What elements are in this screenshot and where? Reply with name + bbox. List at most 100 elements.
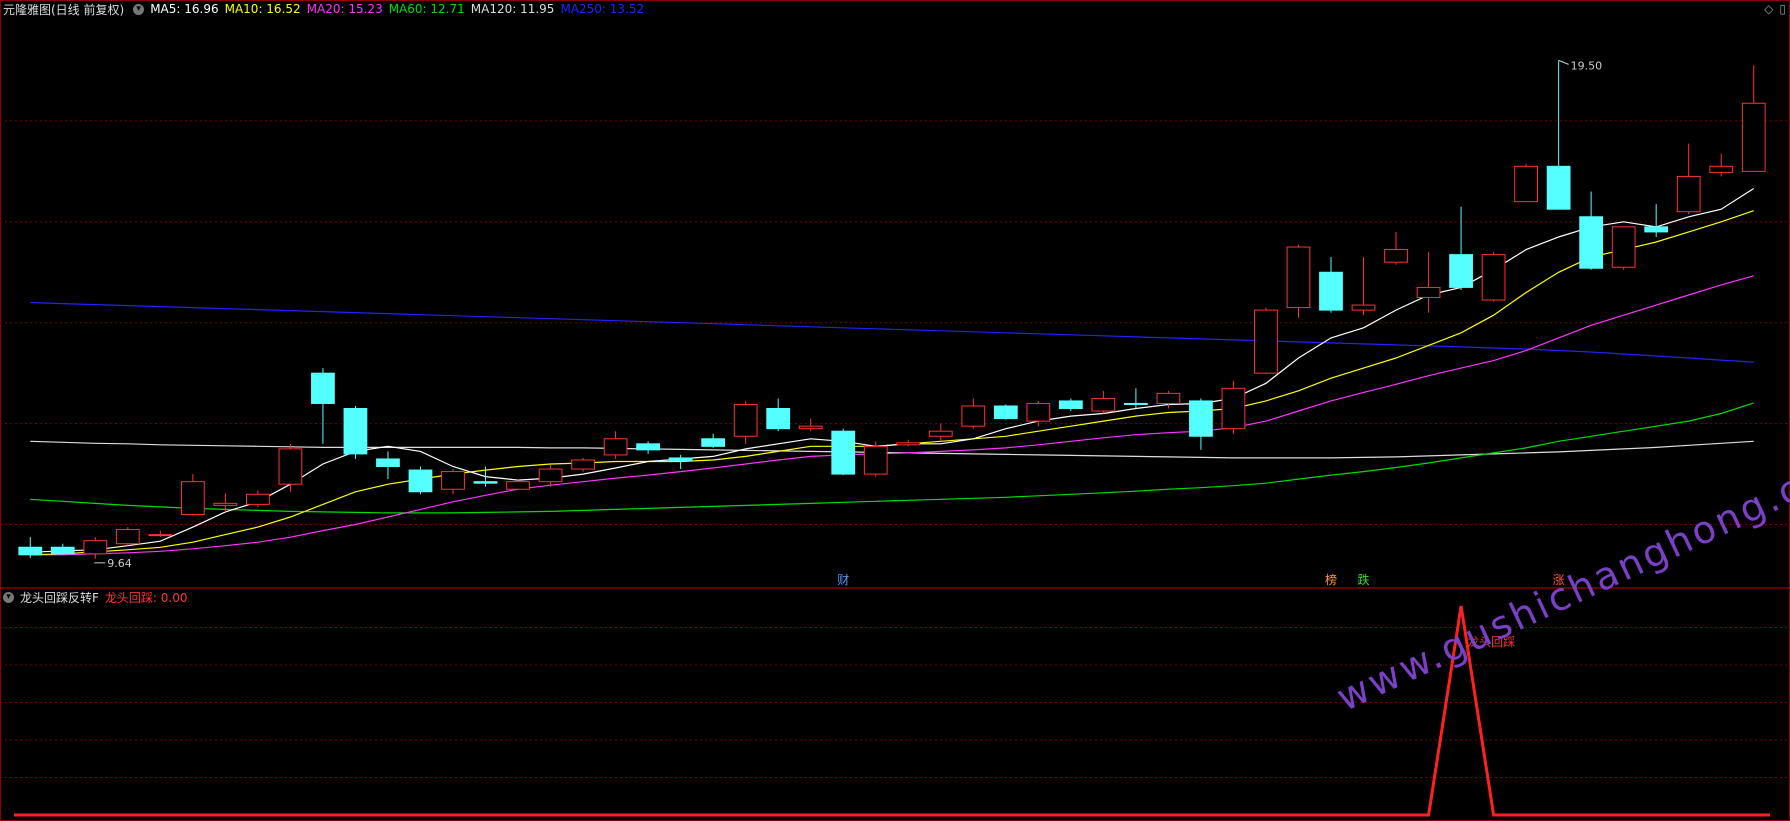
candle[interactable]	[1091, 390, 1116, 414]
candle[interactable]	[1546, 60, 1571, 210]
stock-title[interactable]: 元隆雅图(日线 前复权)	[3, 1, 124, 18]
candle-body	[798, 425, 823, 430]
candle[interactable]	[993, 404, 1018, 420]
candle-body	[993, 405, 1018, 420]
grid-lines	[0, 0, 1790, 821]
chart-frame	[0, 0, 1790, 821]
panel-icon[interactable]: ▯	[1779, 2, 1786, 16]
candle[interactable]	[408, 466, 433, 495]
candle[interactable]	[1058, 398, 1083, 412]
candle-body	[1189, 400, 1213, 437]
candle-body	[1384, 249, 1408, 263]
candle[interactable]	[571, 457, 595, 472]
candle[interactable]	[115, 527, 140, 546]
candle-body	[1286, 246, 1311, 309]
candle[interactable]	[1579, 191, 1604, 270]
candle[interactable]	[246, 490, 270, 507]
candle[interactable]	[896, 439, 921, 447]
candle-body	[571, 459, 595, 470]
ma-legend-item: MA250: 13.52	[560, 2, 645, 16]
candle[interactable]	[733, 400, 758, 444]
candle[interactable]	[1676, 143, 1701, 215]
candle-body	[538, 468, 563, 483]
candlesticks[interactable]	[18, 60, 1766, 559]
candle-body	[213, 502, 238, 506]
indicator-header: ▾ 龙头回踩反转F 龙头回踩: 0.00	[0, 588, 193, 606]
candle[interactable]	[1286, 244, 1311, 318]
candle-body	[766, 408, 791, 430]
candle[interactable]	[831, 428, 856, 476]
candle-body	[1546, 165, 1571, 210]
candle[interactable]	[278, 443, 303, 492]
candle[interactable]	[1351, 257, 1376, 316]
candle[interactable]	[1611, 226, 1636, 270]
diamond-icon[interactable]: ◇	[1764, 2, 1773, 16]
chevron-down-icon[interactable]: ▾	[3, 591, 14, 603]
candle-body	[343, 408, 368, 455]
candle[interactable]	[83, 537, 108, 559]
candle[interactable]	[1741, 65, 1766, 172]
event-marker: 财	[837, 573, 849, 587]
candle-body	[1611, 226, 1636, 268]
moving-average-lines	[30, 187, 1755, 556]
candle[interactable]	[603, 431, 628, 459]
candle[interactable]	[798, 418, 823, 432]
candle[interactable]	[311, 368, 335, 444]
ma-legend-item: MA5: 16.96	[150, 2, 219, 16]
candle[interactable]	[701, 433, 726, 448]
candle[interactable]	[1124, 388, 1148, 409]
candle[interactable]	[1481, 252, 1506, 302]
candle[interactable]	[1644, 204, 1669, 237]
candle[interactable]	[1514, 163, 1538, 203]
candle[interactable]	[538, 465, 563, 487]
kline-chart[interactable]: 龙头回踩 19.509.64财榜跌涨	[0, 0, 1790, 821]
candle-body	[148, 534, 173, 537]
candle-body	[863, 445, 888, 475]
candle[interactable]	[1416, 252, 1441, 313]
candle[interactable]	[1254, 307, 1278, 375]
candle-body	[1124, 402, 1148, 405]
candle[interactable]	[1384, 231, 1408, 265]
candle-body	[1416, 286, 1441, 298]
candle[interactable]	[1221, 380, 1246, 434]
candle-body	[1514, 165, 1538, 203]
candle-body	[278, 448, 303, 485]
candle-body	[1026, 402, 1051, 422]
candle[interactable]	[1449, 206, 1473, 290]
candle[interactable]	[441, 469, 465, 495]
candle[interactable]	[1189, 398, 1213, 450]
candle[interactable]	[180, 474, 205, 516]
candle-body	[603, 438, 628, 456]
candle[interactable]	[766, 398, 791, 432]
ma-legend-item: MA60: 12.71	[388, 2, 465, 16]
candle[interactable]	[18, 537, 43, 558]
candle-body	[1221, 387, 1246, 430]
candle[interactable]	[506, 479, 530, 491]
ma-legend-item: MA10: 16.52	[224, 2, 301, 16]
candle[interactable]	[343, 405, 368, 459]
candle[interactable]	[1709, 153, 1734, 177]
candle[interactable]	[376, 451, 400, 480]
chart-header: 元隆雅图(日线 前复权) ▾ MA5: 16.96 MA10: 16.52 MA20…	[0, 0, 650, 18]
candle-body	[928, 430, 953, 437]
indicator-name[interactable]: 龙头回踩反转F	[20, 589, 99, 606]
candle[interactable]	[1319, 257, 1343, 313]
candle[interactable]	[928, 423, 953, 442]
candle-body	[180, 481, 205, 515]
candle-body	[1579, 216, 1604, 269]
candle[interactable]	[863, 441, 888, 477]
candle[interactable]	[961, 398, 986, 429]
candle-body	[408, 469, 433, 493]
candle[interactable]	[148, 530, 173, 538]
candle[interactable]	[636, 441, 660, 454]
indicator-value: 龙头回踩: 0.00	[104, 590, 188, 605]
candle-body	[701, 438, 726, 447]
chevron-down-icon[interactable]: ▾	[133, 3, 145, 15]
ma-legend-item: MA20: 15.23	[306, 2, 383, 16]
candle[interactable]	[50, 543, 75, 555]
candle-body	[1676, 175, 1701, 213]
event-marker: 榜	[1325, 572, 1337, 587]
candle-body	[1449, 254, 1473, 288]
candle-body	[636, 443, 660, 451]
ma-legend-item: MA120: 11.95	[470, 2, 555, 16]
